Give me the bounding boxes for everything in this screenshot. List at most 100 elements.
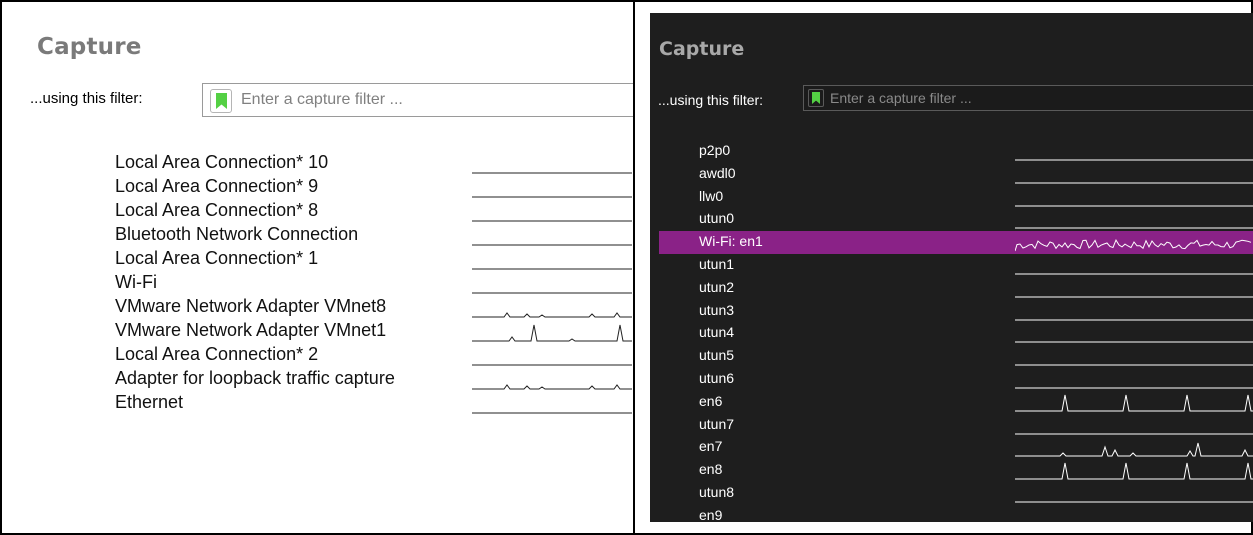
traffic-sparkline: [472, 412, 632, 414]
interface-row[interactable]: Local Area Connection* 10: [2, 152, 633, 176]
traffic-sparkline: [472, 220, 632, 222]
interface-row[interactable]: utun6: [659, 368, 1253, 391]
capture-filter-input[interactable]: [241, 89, 621, 111]
traffic-sparkline: [1015, 433, 1253, 435]
traffic-sparkline: [1015, 182, 1253, 184]
interface-row[interactable]: en7: [659, 436, 1253, 459]
sparkline-trace: [1015, 463, 1253, 480]
interface-name: Bluetooth Network Connection: [115, 224, 359, 244]
interface-name: en8: [699, 461, 723, 478]
interface-name: Local Area Connection* 1: [115, 248, 319, 268]
traffic-sparkline: [1015, 505, 1253, 522]
interface-row[interactable]: en8: [659, 459, 1253, 482]
interface-name: Local Area Connection* 8: [115, 200, 319, 220]
interface-row[interactable]: en6: [659, 391, 1253, 414]
interface-row[interactable]: Local Area Connection* 9: [2, 176, 633, 200]
interface-name: utun7: [699, 415, 735, 432]
traffic-sparkline: [1015, 463, 1253, 480]
traffic-sparkline: [472, 384, 632, 390]
sparkline-trace: [1015, 394, 1253, 412]
sparkline-trace: [1015, 443, 1253, 457]
panel-divider: [633, 0, 635, 535]
traffic-sparkline: [1015, 273, 1253, 275]
interface-name: utun8: [699, 484, 735, 500]
interface-name: utun6: [699, 370, 735, 386]
sparkline-trace: [472, 384, 632, 390]
interface-name: Local Area Connection* 2: [115, 344, 319, 364]
interface-name: awdl0: [699, 164, 736, 181]
interface-row[interactable]: Local Area Connection* 2: [2, 344, 633, 368]
interface-name: VMware Network Adapter VMnet1: [115, 320, 387, 340]
windows-capture-panel: Capture ...using this filter: Local Area…: [2, 2, 633, 533]
interface-name: Ethernet: [115, 392, 184, 412]
filter-label: ...using this filter:: [30, 90, 143, 107]
interface-name: p2p0: [699, 142, 731, 158]
traffic-sparkline: [472, 268, 632, 270]
interface-row[interactable]: VMware Network Adapter VMnet1: [2, 320, 633, 344]
traffic-sparkline: [1015, 364, 1253, 366]
interface-name: llw0: [699, 187, 724, 204]
interface-row[interactable]: utun5: [659, 345, 1253, 368]
traffic-sparkline: [1015, 387, 1253, 389]
bookmark-icon[interactable]: [210, 89, 232, 113]
interface-row[interactable]: awdl0: [659, 163, 1253, 186]
traffic-sparkline: [472, 364, 632, 366]
interface-row[interactable]: llw0: [659, 186, 1253, 209]
interface-row[interactable]: p2p0: [659, 140, 1253, 163]
traffic-sparkline: [1015, 205, 1253, 207]
interface-name: utun3: [699, 301, 735, 318]
interface-row[interactable]: utun2: [659, 277, 1253, 300]
interface-name: utun0: [699, 210, 735, 227]
traffic-sparkline: [472, 324, 632, 342]
interface-row[interactable]: Wi-Fi: [2, 272, 633, 296]
traffic-sparkline: [472, 196, 632, 198]
interface-name: Wi-Fi: [115, 272, 157, 292]
interface-name: utun4: [699, 324, 735, 341]
interface-row[interactable]: utun1: [659, 254, 1253, 277]
interface-row[interactable]: Ethernet: [2, 392, 633, 416]
traffic-sparkline: [1015, 319, 1253, 321]
traffic-sparkline: [472, 292, 632, 294]
interface-row[interactable]: utun7: [659, 414, 1253, 437]
interface-row[interactable]: Local Area Connection* 8: [2, 200, 633, 224]
interface-name: Adapter for loopback traffic capture: [115, 368, 395, 388]
sparkline-trace: [1015, 239, 1252, 252]
traffic-sparkline: [1015, 394, 1253, 412]
traffic-sparkline: [472, 244, 632, 246]
interface-name: utun2: [699, 278, 735, 295]
interface-row[interactable]: utun8: [659, 482, 1253, 505]
interface-row[interactable]: en9: [659, 505, 1253, 522]
interface-row[interactable]: utun3: [659, 300, 1253, 323]
bookmark-icon[interactable]: [808, 89, 824, 107]
interface-row[interactable]: utun4: [659, 322, 1253, 345]
interface-name: utun5: [699, 347, 735, 364]
interface-name: utun1: [699, 256, 735, 272]
traffic-sparkline: [1015, 227, 1253, 229]
capture-title: Capture: [659, 38, 745, 60]
filter-label: ...using this filter:: [658, 92, 764, 108]
traffic-sparkline: [1015, 239, 1252, 252]
capture-title: Capture: [37, 34, 142, 60]
traffic-sparkline: [1015, 159, 1253, 161]
interface-name: Local Area Connection* 10: [115, 152, 329, 172]
interface-row[interactable]: VMware Network Adapter VMnet8: [2, 296, 633, 320]
traffic-sparkline: [472, 312, 632, 318]
traffic-sparkline: [1015, 341, 1253, 343]
capture-filter-input[interactable]: [830, 89, 1230, 107]
capture-filter-box[interactable]: [202, 83, 633, 117]
interface-name: Local Area Connection* 9: [115, 176, 319, 196]
interface-name: VMware Network Adapter VMnet8: [115, 296, 387, 316]
interface-name: en7: [699, 438, 723, 455]
interface-name: Wi-Fi: en1: [699, 233, 763, 250]
interface-row[interactable]: Local Area Connection* 1: [2, 248, 633, 272]
sparkline-trace: [472, 312, 632, 318]
interface-row[interactable]: Wi-Fi: en1: [659, 231, 1253, 255]
capture-filter-box[interactable]: [803, 85, 1253, 111]
interface-name: en6: [699, 392, 723, 409]
traffic-sparkline: [1015, 443, 1253, 457]
interface-row[interactable]: utun0: [659, 208, 1253, 231]
interface-name: en9: [699, 506, 723, 522]
traffic-sparkline: [472, 172, 632, 174]
interface-row[interactable]: Bluetooth Network Connection: [2, 224, 633, 248]
interface-row[interactable]: Adapter for loopback traffic capture: [2, 368, 633, 392]
